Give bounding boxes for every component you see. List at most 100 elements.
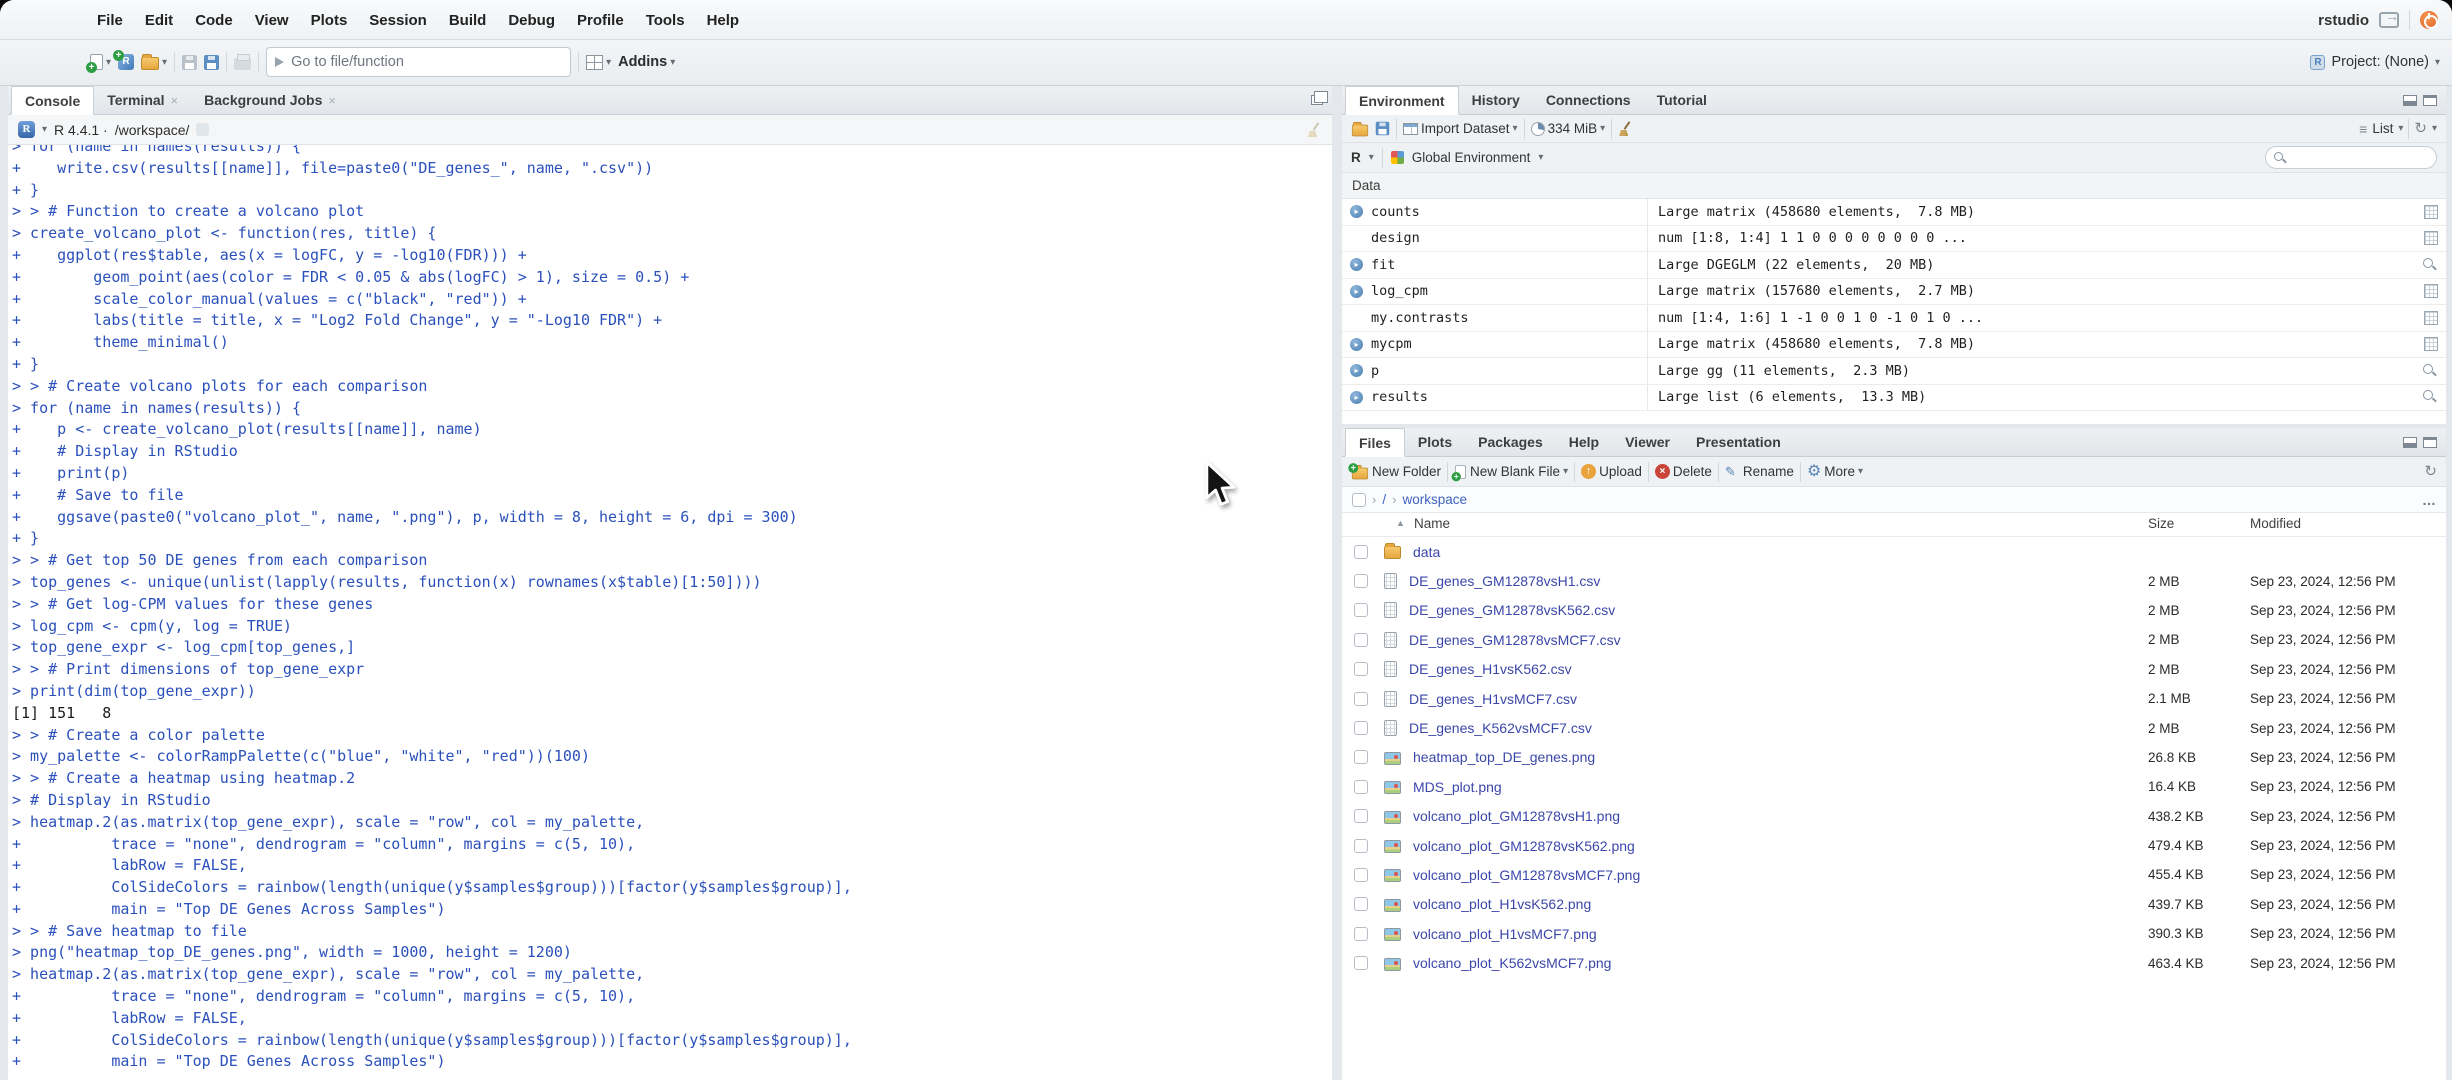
goto-file-input[interactable] — [291, 54, 563, 70]
expand-object-icon[interactable] — [1350, 258, 1363, 272]
refresh-icon[interactable] — [2414, 121, 2427, 136]
file-checkbox[interactable] — [1354, 867, 1368, 882]
environment-tab[interactable]: Connections — [1533, 86, 1644, 114]
file-name-link[interactable]: data — [1413, 544, 1440, 560]
file-checkbox[interactable] — [1354, 926, 1368, 941]
menu-item[interactable]: Session — [358, 12, 438, 29]
r-language-icon[interactable]: R — [18, 121, 35, 138]
file-name-link[interactable]: MDS_plot.png — [1413, 779, 1502, 795]
sign-out-icon[interactable] — [2379, 8, 2399, 28]
open-file-button[interactable]: ▾ — [141, 54, 167, 70]
menu-item[interactable]: Edit — [134, 12, 184, 29]
files-tab[interactable]: Files — [1345, 428, 1405, 457]
files-tab[interactable]: Plots — [1405, 428, 1465, 456]
environment-tab[interactable]: Tutorial — [1644, 86, 1720, 114]
menu-item[interactable]: Plots — [300, 12, 359, 29]
restore-panes-icon[interactable] — [1311, 91, 1328, 105]
console-output-area[interactable]: > for (name in names(results)) { + write… — [8, 145, 1332, 1080]
console-tab[interactable]: Background Jobs × — [191, 86, 349, 114]
file-name-link[interactable]: DE_genes_GM12878vsK562.csv — [1409, 602, 1615, 618]
menu-item[interactable]: Help — [696, 12, 751, 29]
clear-console-icon[interactable] — [1307, 122, 1322, 137]
rename-button[interactable]: Rename — [1725, 464, 1794, 479]
file-checkbox[interactable] — [1354, 662, 1368, 677]
file-name-link[interactable]: volcano_plot_GM12878vsMCF7.png — [1413, 867, 1640, 883]
files-tab[interactable]: Presentation — [1683, 428, 1794, 456]
load-workspace-icon[interactable] — [1351, 121, 1369, 136]
menu-item[interactable]: File — [86, 12, 134, 29]
file-checkbox[interactable] — [1354, 721, 1368, 736]
file-checkbox[interactable] — [1354, 603, 1368, 618]
chevron-down-icon[interactable]: ▾ — [42, 124, 47, 135]
list-view-label[interactable]: List — [2372, 121, 2393, 136]
column-header-modified[interactable]: Modified — [2250, 516, 2301, 531]
more-button[interactable]: More ▾ — [1807, 464, 1863, 480]
file-name-link[interactable]: volcano_plot_H1vsMCF7.png — [1413, 926, 1597, 942]
file-checkbox[interactable] — [1354, 809, 1368, 824]
save-button[interactable] — [182, 54, 198, 70]
new-project-button[interactable]: R — [113, 50, 135, 70]
view-object-icon[interactable] — [2422, 257, 2438, 273]
file-name-link[interactable]: volcano_plot_GM12878vsK562.png — [1413, 838, 1635, 854]
view-object-icon[interactable] — [2424, 231, 2438, 246]
file-checkbox[interactable] — [1354, 632, 1368, 647]
file-name-link[interactable]: DE_genes_GM12878vsMCF7.csv — [1409, 632, 1621, 648]
new-folder-button[interactable]: New Folder — [1348, 462, 1441, 480]
menu-item[interactable]: Build — [438, 12, 498, 29]
environment-object-row[interactable]: fit Large DGEGLM (22 elements, 20 MB) — [1342, 252, 2446, 279]
close-icon[interactable]: × — [328, 93, 336, 108]
environment-object-row[interactable]: design num [1:8, 1:4] 1 1 0 0 0 0 0 0 0 … — [1342, 225, 2446, 252]
files-tab[interactable]: Viewer — [1612, 428, 1683, 456]
file-checkbox[interactable] — [1354, 779, 1368, 794]
environment-object-row[interactable]: my.contrasts num [1:4, 1:6] 1 -1 0 0 1 0… — [1342, 305, 2446, 332]
environment-object-row[interactable]: p Large gg (11 elements, 2.3 MB) — [1342, 358, 2446, 385]
environment-object-row[interactable]: log_cpm Large matrix (157680 elements, 2… — [1342, 278, 2446, 305]
minimize-pane-icon[interactable] — [2403, 94, 2417, 106]
file-name-link[interactable]: DE_genes_K562vsMCF7.csv — [1409, 720, 1592, 736]
maximize-pane-icon[interactable] — [2423, 436, 2437, 448]
console-tab[interactable]: Console × — [11, 86, 95, 115]
files-tab[interactable]: Help — [1556, 428, 1612, 456]
expand-object-icon[interactable] — [1350, 390, 1363, 404]
refresh-icon[interactable] — [2424, 463, 2437, 480]
view-object-icon[interactable] — [2424, 204, 2438, 219]
column-header-name[interactable]: Name — [1414, 516, 1450, 531]
menu-item[interactable]: Tools — [635, 12, 696, 29]
environment-tab[interactable]: Environment — [1345, 86, 1459, 115]
upload-button[interactable]: Upload — [1581, 464, 1642, 479]
environment-object-row[interactable]: mycpm Large matrix (458680 elements, 7.8… — [1342, 331, 2446, 358]
environment-object-row[interactable]: results Large list (6 elements, 13.3 MB) — [1342, 384, 2446, 411]
view-object-icon[interactable] — [2422, 389, 2438, 405]
column-header-size[interactable]: Size — [2148, 516, 2174, 531]
breadcrumb-root[interactable]: / — [1382, 492, 1386, 507]
clear-objects-icon[interactable] — [1618, 121, 1633, 136]
file-checkbox[interactable] — [1354, 544, 1368, 559]
files-tab[interactable]: Packages — [1465, 428, 1556, 456]
environment-selector[interactable]: Global Environment — [1412, 150, 1531, 165]
view-object-icon[interactable] — [2424, 337, 2438, 352]
new-blank-file-button[interactable]: New Blank File ▾ — [1451, 464, 1568, 481]
expand-object-icon[interactable] — [1350, 337, 1363, 351]
close-icon[interactable]: × — [171, 93, 179, 108]
menu-item[interactable]: Code — [184, 12, 244, 29]
file-name-link[interactable]: heatmap_top_DE_genes.png — [1413, 749, 1595, 765]
file-checkbox[interactable] — [1354, 956, 1368, 971]
environment-search-input[interactable] — [2291, 150, 2452, 165]
file-name-link[interactable]: volcano_plot_GM12878vsH1.png — [1413, 808, 1620, 824]
view-object-icon[interactable] — [2422, 363, 2438, 379]
power-icon[interactable] — [2420, 11, 2438, 29]
menu-item[interactable]: Debug — [497, 12, 566, 29]
maximize-pane-icon[interactable] — [2423, 94, 2437, 106]
expand-object-icon[interactable] — [1350, 205, 1363, 219]
memory-usage-button[interactable]: 334 MiB ▾ — [1530, 121, 1605, 136]
breadcrumb-folder[interactable]: workspace — [1402, 492, 1467, 507]
file-checkbox[interactable] — [1354, 750, 1368, 765]
expand-object-icon[interactable] — [1350, 364, 1363, 378]
save-all-button[interactable] — [204, 54, 220, 70]
menu-item[interactable]: View — [244, 12, 300, 29]
addins-dropdown[interactable]: Addins ▾ — [618, 54, 675, 70]
working-directory-label[interactable]: /workspace/ — [115, 122, 190, 138]
file-name-link[interactable]: volcano_plot_K562vsMCF7.png — [1413, 955, 1611, 971]
select-all-checkbox[interactable] — [1352, 492, 1366, 507]
save-workspace-icon[interactable] — [1375, 121, 1390, 136]
